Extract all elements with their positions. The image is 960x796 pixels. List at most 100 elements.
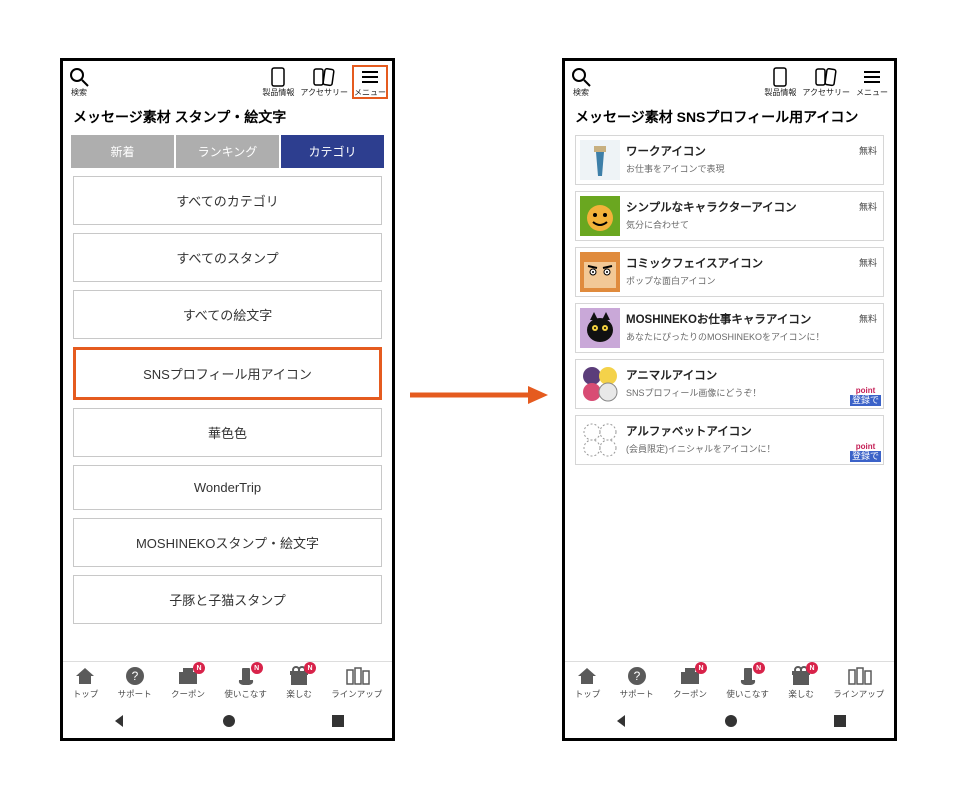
icon-pack-item[interactable]: アニマルアイコン SNSプロフィール画像にどうぞ！ point 登録で — [575, 359, 884, 409]
badge-icon: N — [806, 662, 818, 674]
tab-howto-label: 使いこなす — [726, 688, 769, 700]
tab-enjoy[interactable]: N 楽しむ — [788, 666, 814, 700]
tab-howto[interactable]: N 使いこなす — [726, 666, 769, 700]
item-subtitle: 気分に合わせて — [626, 218, 853, 231]
tab-support[interactable]: ? サポート — [118, 666, 152, 700]
category-item-sns-profile[interactable]: SNSプロフィール用アイコン — [73, 347, 382, 400]
icon-pack-item[interactable]: アルファベットアイコン (会員限定)イニシャルをアイコンに！ point 登録で — [575, 415, 884, 465]
tab-howto[interactable]: N 使いこなす — [224, 666, 267, 700]
top-toolbar: 検索 製品情報 アクセサリー メニュー — [63, 61, 392, 99]
badge-icon: N — [753, 662, 765, 674]
item-subtitle: お仕事をアイコンで表現 — [626, 162, 853, 175]
search-icon — [69, 67, 89, 87]
category-list: すべてのカテゴリ すべてのスタンプ すべての絵文字 SNSプロフィール用アイコン… — [63, 176, 392, 624]
item-title: シンプルなキャラクターアイコン — [626, 201, 853, 216]
menu-label: メニュー — [354, 89, 386, 97]
tab-coupon-label: クーポン — [171, 688, 205, 700]
accessory-label: アクセサリー — [802, 89, 850, 97]
search-button[interactable]: 検索 — [571, 67, 591, 97]
accessory-button[interactable]: アクセサリー — [802, 67, 850, 97]
price-tag: 無料 — [859, 200, 877, 213]
nav-recent-icon[interactable] — [833, 714, 847, 728]
search-button[interactable]: 検索 — [69, 67, 89, 97]
tab-coupon-label: クーポン — [673, 688, 707, 700]
point-badge: point 登録で — [850, 443, 881, 462]
home-icon — [74, 666, 96, 686]
accessory-label: アクセサリー — [300, 89, 348, 97]
accessory-button[interactable]: アクセサリー — [300, 67, 348, 97]
android-navbar — [63, 704, 392, 738]
item-subtitle: (会員限定)イニシャルをアイコンに！ — [626, 442, 879, 455]
tab-coupon[interactable]: N クーポン — [673, 666, 707, 700]
product-info-button[interactable]: 製品情報 — [262, 67, 294, 97]
category-item[interactable]: すべてのカテゴリ — [73, 176, 382, 225]
tab-top[interactable]: トップ — [575, 666, 601, 700]
tab-new[interactable]: 新着 — [71, 135, 174, 168]
bottom-tabbar: トップ ? サポート N クーポン N 使いこなす N 楽しむ ラインアップ — [565, 661, 894, 704]
lineup-icon — [346, 666, 370, 686]
point-label: point — [856, 443, 876, 451]
tab-enjoy[interactable]: N 楽しむ — [286, 666, 312, 700]
bottom-tabbar: トップ ? サポート N クーポン N 使いこなす N 楽しむ ラインアップ — [63, 661, 392, 704]
tab-lineup[interactable]: ラインアップ — [833, 666, 884, 700]
search-label: 検索 — [573, 89, 589, 97]
product-info-button[interactable]: 製品情報 — [764, 67, 796, 97]
nav-back-icon[interactable] — [613, 713, 629, 729]
price-tag: 無料 — [859, 256, 877, 269]
icon-pack-item[interactable]: コミックフェイスアイコン ポップな面白アイコン 無料 — [575, 247, 884, 297]
category-item[interactable]: MOSHINEKOスタンプ・絵文字 — [73, 518, 382, 567]
search-label: 検索 — [71, 89, 87, 97]
tab-support-label: サポート — [118, 688, 152, 700]
category-item[interactable]: 華色色 — [73, 408, 382, 457]
sort-tabs: 新着 ランキング カテゴリ — [63, 135, 392, 176]
thumb-comic-face-icon — [580, 252, 620, 292]
tab-lineup[interactable]: ラインアップ — [331, 666, 382, 700]
category-item[interactable]: すべての絵文字 — [73, 290, 382, 339]
register-label: 登録で — [850, 451, 881, 462]
tab-coupon[interactable]: N クーポン — [171, 666, 205, 700]
item-subtitle: ポップな面白アイコン — [626, 274, 853, 287]
icon-pack-item[interactable]: シンプルなキャラクターアイコン 気分に合わせて 無料 — [575, 191, 884, 241]
price-tag: 無料 — [859, 312, 877, 325]
hamburger-icon — [862, 67, 882, 87]
page-title: メッセージ素材 SNSプロフィール用アイコン — [565, 99, 894, 135]
android-navbar — [565, 704, 894, 738]
category-item[interactable]: 子豚と子猫スタンプ — [73, 575, 382, 624]
item-title: コミックフェイスアイコン — [626, 257, 853, 272]
item-title: ワークアイコン — [626, 145, 853, 160]
accessory-icon — [815, 67, 837, 87]
icon-pack-item[interactable]: MOSHINEKOお仕事キャラアイコン あなたにぴったりのMOSHINEKOをア… — [575, 303, 884, 353]
tab-lineup-label: ラインアップ — [331, 688, 382, 700]
phone-left: 検索 製品情報 アクセサリー メニュー メッセージ素材 スタンプ・絵文字 新着 … — [60, 58, 395, 741]
hamburger-icon — [360, 67, 380, 87]
item-title: アニマルアイコン — [626, 369, 879, 384]
tab-support-label: サポート — [620, 688, 654, 700]
category-item[interactable]: すべてのスタンプ — [73, 233, 382, 282]
support-icon: ? — [124, 666, 146, 686]
flow-arrow — [410, 386, 548, 404]
nav-back-icon[interactable] — [111, 713, 127, 729]
thumb-moshineko-icon — [580, 308, 620, 348]
tab-category[interactable]: カテゴリ — [281, 135, 384, 168]
tab-support[interactable]: ? サポート — [620, 666, 654, 700]
product-info-label: 製品情報 — [262, 89, 294, 97]
category-item[interactable]: WonderTrip — [73, 465, 382, 510]
icon-pack-item[interactable]: ワークアイコン お仕事をアイコンで表現 無料 — [575, 135, 884, 185]
tab-top-label: トップ — [73, 688, 99, 700]
tab-lineup-label: ラインアップ — [833, 688, 884, 700]
nav-recent-icon[interactable] — [331, 714, 345, 728]
home-icon — [576, 666, 598, 686]
svg-text:?: ? — [131, 669, 138, 683]
nav-home-icon[interactable] — [724, 714, 738, 728]
menu-button[interactable]: メニュー — [352, 65, 388, 99]
nav-home-icon[interactable] — [222, 714, 236, 728]
menu-label: メニュー — [856, 89, 888, 97]
tab-top[interactable]: トップ — [73, 666, 99, 700]
tab-ranking[interactable]: ランキング — [176, 135, 279, 168]
badge-icon: N — [304, 662, 316, 674]
point-label: point — [856, 387, 876, 395]
badge-icon: N — [695, 662, 707, 674]
menu-button[interactable]: メニュー — [856, 67, 888, 97]
tab-top-label: トップ — [575, 688, 601, 700]
tab-howto-label: 使いこなす — [224, 688, 267, 700]
